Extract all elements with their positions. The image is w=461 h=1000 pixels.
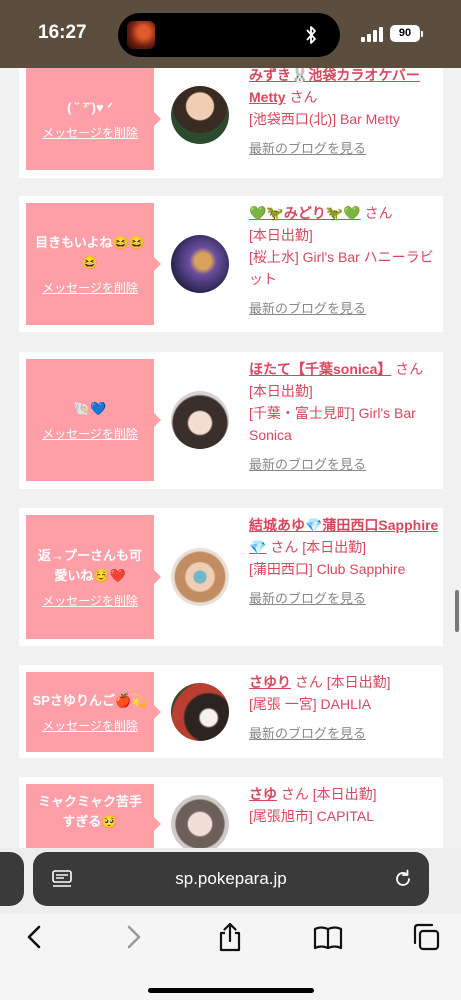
shop-name: [千葉・富士見町] Girl's Bar Sonica bbox=[249, 405, 416, 443]
message-bubble: 🐚💙 メッセージを削除 bbox=[26, 359, 161, 481]
list-item: ミャクミャク苦手すぎる🥺 さゆ さん [本日出勤] [尾張旭市] CAPITAL bbox=[19, 777, 443, 848]
honorific: さん bbox=[294, 674, 323, 690]
delete-message-link[interactable]: メッセージを削除 bbox=[42, 279, 138, 296]
back-icon[interactable] bbox=[20, 922, 50, 952]
cast-name-link[interactable]: さゆ bbox=[249, 786, 277, 802]
delete-message-link[interactable]: メッセージを削除 bbox=[42, 124, 138, 141]
share-icon[interactable] bbox=[215, 922, 245, 952]
cast-name-link[interactable]: 💚🦖みどり🦖💚 bbox=[249, 205, 361, 221]
status-bar: 16:27 90 bbox=[0, 0, 461, 68]
latest-blog-link[interactable]: 最新のブログを見る bbox=[249, 454, 439, 476]
cast-status: [本日出勤] bbox=[326, 674, 391, 690]
list-item: 目きもいよね😆😆😆 メッセージを削除 💚🦖みどり🦖💚 さん [本日出勤] [桜上… bbox=[19, 196, 443, 332]
latest-blog-link[interactable]: 最新のブログを見る bbox=[249, 298, 439, 320]
message-list[interactable]: ( ˘ ³˘)♥ ᐟ メッセージを削除 みずき🐰池袋カラオケバーMetty さん… bbox=[0, 68, 461, 848]
shop-name: [蒲田西口] Club Sapphire bbox=[249, 561, 406, 577]
list-item: 🐚💙 メッセージを削除 ほたて【千葉sonica】 さん [本日出勤] [千葉・… bbox=[19, 352, 443, 489]
avatar[interactable] bbox=[171, 86, 229, 144]
cast-name-link[interactable]: ほたて【千葉sonica】 bbox=[249, 361, 391, 377]
cast-status: [本日出勤] bbox=[302, 539, 366, 555]
list-item: ( ˘ ³˘)♥ ᐟ メッセージを削除 みずき🐰池袋カラオケバーMetty さん… bbox=[19, 68, 443, 178]
reload-icon[interactable] bbox=[393, 869, 413, 889]
shop-name: [池袋西口(北)] Bar Metty bbox=[249, 111, 400, 127]
message-text: 🐚💙 bbox=[73, 400, 107, 416]
message-bubble: 返→プーさんも可愛いね☺️❤️ メッセージを削除 bbox=[26, 515, 161, 639]
latest-blog-link[interactable]: 最新のブログを見る bbox=[249, 723, 439, 745]
home-indicator[interactable] bbox=[148, 988, 314, 993]
previous-tab-peek[interactable] bbox=[0, 852, 24, 906]
address-bar-area: sp.pokepara.jp bbox=[0, 848, 461, 914]
bookmarks-icon[interactable] bbox=[313, 922, 343, 952]
now-playing-artwork bbox=[127, 21, 155, 49]
battery-icon: 90 bbox=[390, 25, 420, 42]
scrollbar[interactable] bbox=[455, 590, 459, 632]
honorific: さん bbox=[289, 89, 318, 105]
honorific: さん bbox=[280, 786, 309, 802]
status-time: 16:27 bbox=[38, 22, 87, 43]
bluetooth-icon bbox=[306, 26, 316, 44]
url-text: sp.pokepara.jp bbox=[175, 869, 287, 888]
browser-toolbar bbox=[0, 914, 461, 1000]
message-bubble: ミャクミャク苦手すぎる🥺 bbox=[26, 784, 161, 848]
delete-message-link[interactable]: メッセージを削除 bbox=[42, 592, 138, 609]
forward-icon[interactable] bbox=[118, 922, 148, 952]
shop-name: [尾張 一宮] DAHLIA bbox=[249, 696, 372, 712]
avatar[interactable] bbox=[171, 683, 229, 741]
signal-icon bbox=[361, 26, 385, 42]
latest-blog-link[interactable]: 最新のブログを見る bbox=[249, 588, 439, 610]
honorific: さん bbox=[395, 361, 424, 377]
avatar[interactable] bbox=[171, 391, 229, 449]
message-text: 目きもいよね😆😆😆 bbox=[35, 234, 145, 270]
message-text: SPさゆりんご🍎💫 bbox=[32, 692, 148, 708]
message-bubble: 目きもいよね😆😆😆 メッセージを削除 bbox=[26, 203, 161, 325]
delete-message-link[interactable]: メッセージを削除 bbox=[42, 717, 138, 734]
message-text: ミャクミャク苦手すぎる🥺 bbox=[37, 794, 142, 829]
avatar[interactable] bbox=[171, 548, 229, 606]
latest-blog-link[interactable]: 最新のブログを見る bbox=[249, 138, 439, 160]
message-text: ( ˘ ³˘)♥ ᐟ bbox=[67, 99, 113, 115]
list-item: 返→プーさんも可愛いね☺️❤️ メッセージを削除 結城あゆ💎蒲田西口Sapphi… bbox=[19, 508, 443, 646]
honorific: さん bbox=[270, 539, 299, 555]
cast-status: [本日出勤] bbox=[249, 383, 313, 399]
tabs-icon[interactable] bbox=[411, 922, 441, 952]
cast-status: [本日出勤] bbox=[249, 227, 313, 243]
honorific: さん bbox=[364, 205, 393, 221]
message-bubble: SPさゆりんご🍎💫 メッセージを削除 bbox=[26, 672, 161, 752]
dynamic-island[interactable] bbox=[118, 13, 340, 57]
delete-message-link[interactable]: メッセージを削除 bbox=[42, 425, 138, 442]
avatar[interactable] bbox=[171, 235, 229, 293]
cast-name-link[interactable]: みずき🐰池袋カラオケバーMetty bbox=[249, 68, 420, 105]
shop-name: [尾張旭市] CAPITAL bbox=[249, 808, 374, 824]
message-text: 返→プーさんも可愛いね☺️❤️ bbox=[37, 547, 142, 583]
message-bubble: ( ˘ ³˘)♥ ᐟ メッセージを削除 bbox=[26, 68, 161, 170]
cast-name-link[interactable]: さゆり bbox=[249, 674, 291, 690]
list-item: SPさゆりんご🍎💫 メッセージを削除 さゆり さん [本日出勤] [尾張 一宮]… bbox=[19, 665, 443, 758]
shop-name: [桜上水] Girl's Bar ハニーラビット bbox=[249, 249, 434, 287]
cast-status: [本日出勤] bbox=[312, 786, 377, 802]
avatar[interactable] bbox=[171, 795, 229, 848]
address-bar[interactable]: sp.pokepara.jp bbox=[33, 852, 429, 906]
